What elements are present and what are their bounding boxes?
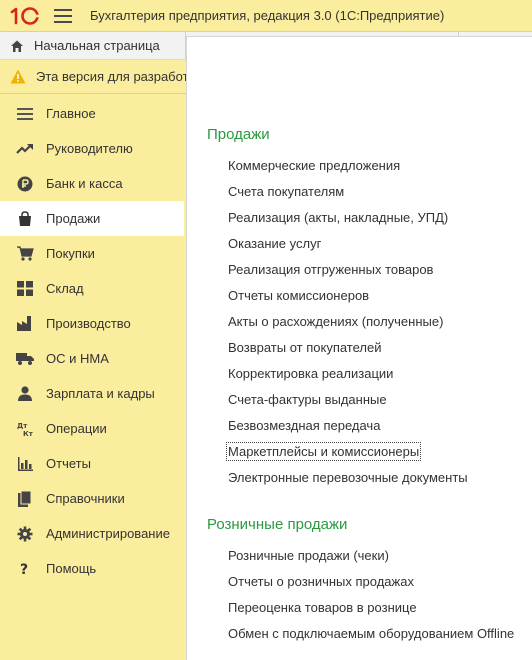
- cart-icon: [16, 246, 34, 262]
- main-menu-icon[interactable]: [54, 8, 72, 23]
- sidebar-item-salary[interactable]: Зарплата и кадры: [0, 376, 184, 411]
- sidebar-item-label: Руководителю: [46, 141, 133, 156]
- tab-home-label: Начальная страница: [34, 38, 160, 53]
- link-customer-returns[interactable]: Возвраты от покупателей: [228, 340, 382, 355]
- sidebar-item-label: Покупки: [46, 246, 95, 261]
- app-title: Бухгалтерия предприятия, редакция 3.0 (1…: [90, 8, 445, 23]
- sales-section-panel: Продажи Коммерческие предложения Счета п…: [186, 36, 532, 660]
- link-marketplaces[interactable]: Маркетплейсы и комиссионеры: [225, 442, 422, 461]
- tab-home[interactable]: Начальная страница: [0, 32, 186, 60]
- 1c-logo: [8, 6, 42, 26]
- link-free-transfer[interactable]: Безвозмездная передача: [228, 418, 380, 433]
- truck-icon: [16, 351, 34, 367]
- sidebar-item-label: Операции: [46, 421, 107, 436]
- dtkt-icon: Дт Кт: [16, 421, 34, 437]
- sidebar-item-help[interactable]: ? Помощь: [0, 551, 184, 586]
- warning-icon: [10, 69, 26, 84]
- link-shipped-goods-sales[interactable]: Реализация отгруженных товаров: [228, 262, 433, 277]
- factory-icon: [16, 316, 34, 332]
- link-offline-equipment[interactable]: Обмен с подключаемым оборудованием Offli…: [228, 626, 514, 641]
- bag-icon: [16, 210, 34, 227]
- section-title-sales: Продажи: [207, 126, 270, 143]
- sidebar-item-purchases[interactable]: Покупки: [0, 236, 184, 271]
- title-bar: Бухгалтерия предприятия, редакция 3.0 (1…: [0, 0, 532, 32]
- sidebar-item-label: Администрирование: [46, 526, 170, 541]
- sidebar-item-label: Главное: [46, 106, 96, 121]
- sidebar-item-fixed-assets[interactable]: ОС и НМА: [0, 341, 184, 376]
- sidebar-item-label: Справочники: [46, 491, 125, 506]
- sidebar-item-catalogs[interactable]: Справочники: [0, 481, 184, 516]
- link-sales-acts[interactable]: Реализация (акты, накладные, УПД): [228, 210, 448, 225]
- question-icon: ?: [16, 561, 34, 577]
- sidebar-item-bank[interactable]: Банк и касса: [0, 166, 184, 201]
- sections-sidebar: Главное Руководителю Банк и касса Продаж…: [0, 96, 184, 586]
- link-commercial-offers[interactable]: Коммерческие предложения: [228, 158, 400, 173]
- sidebar-item-reports[interactable]: Отчеты: [0, 446, 184, 481]
- trend-icon: [16, 141, 34, 157]
- link-customer-invoices[interactable]: Счета покупателям: [228, 184, 344, 199]
- link-services[interactable]: Оказание услуг: [228, 236, 321, 251]
- link-retail-sales[interactable]: Розничные продажи (чеки): [228, 548, 389, 563]
- svg-text:Дт: Дт: [17, 422, 28, 430]
- sidebar-item-main[interactable]: Главное: [0, 96, 184, 131]
- gear-icon: [16, 526, 34, 542]
- tab-version-warning[interactable]: Эта версия для разработки: [0, 60, 186, 94]
- link-sales-adjustment[interactable]: Корректировка реализации: [228, 366, 393, 381]
- tab-version-label: Эта версия для разработки: [36, 69, 186, 84]
- list-icon: [16, 106, 34, 122]
- books-icon: [16, 490, 34, 507]
- sidebar-item-sales[interactable]: Продажи: [0, 201, 184, 236]
- link-retail-reports[interactable]: Отчеты о розничных продажах: [228, 574, 414, 589]
- svg-text:?: ?: [20, 562, 28, 577]
- sidebar-item-label: Помощь: [46, 561, 97, 576]
- sidebar-item-label: ОС и НМА: [46, 351, 109, 366]
- link-commissioner-reports[interactable]: Отчеты комиссионеров: [228, 288, 369, 303]
- sidebar-item-label: Банк и касса: [46, 176, 123, 191]
- link-issued-invoices[interactable]: Счета-фактуры выданные: [228, 392, 387, 407]
- sidebar-item-label: Продажи: [46, 211, 101, 226]
- sidebar-item-label: Производство: [46, 316, 131, 331]
- link-discrepancy-acts[interactable]: Акты о расхождениях (полученные): [228, 314, 443, 329]
- grid-icon: [16, 281, 34, 297]
- person-icon: [16, 386, 34, 402]
- sidebar-item-director[interactable]: Руководителю: [0, 131, 184, 166]
- sidebar-item-label: Склад: [46, 281, 84, 296]
- sidebar-item-production[interactable]: Производство: [0, 306, 184, 341]
- link-retail-revaluation[interactable]: Переоценка товаров в рознице: [228, 600, 417, 615]
- sidebar-item-label: Зарплата и кадры: [46, 386, 155, 401]
- home-icon: [11, 40, 23, 52]
- chart-icon: [16, 456, 34, 472]
- link-electronic-transport-docs[interactable]: Электронные перевозочные документы: [228, 470, 468, 485]
- sidebar-item-administration[interactable]: Администрирование: [0, 516, 184, 551]
- svg-text:Кт: Кт: [23, 430, 33, 437]
- section-title-retail: Розничные продажи: [207, 516, 348, 533]
- sidebar-item-warehouse[interactable]: Склад: [0, 271, 184, 306]
- sidebar-item-operations[interactable]: Дт Кт Операции: [0, 411, 184, 446]
- ruble-icon: [16, 176, 34, 192]
- sidebar-item-label: Отчеты: [46, 456, 91, 471]
